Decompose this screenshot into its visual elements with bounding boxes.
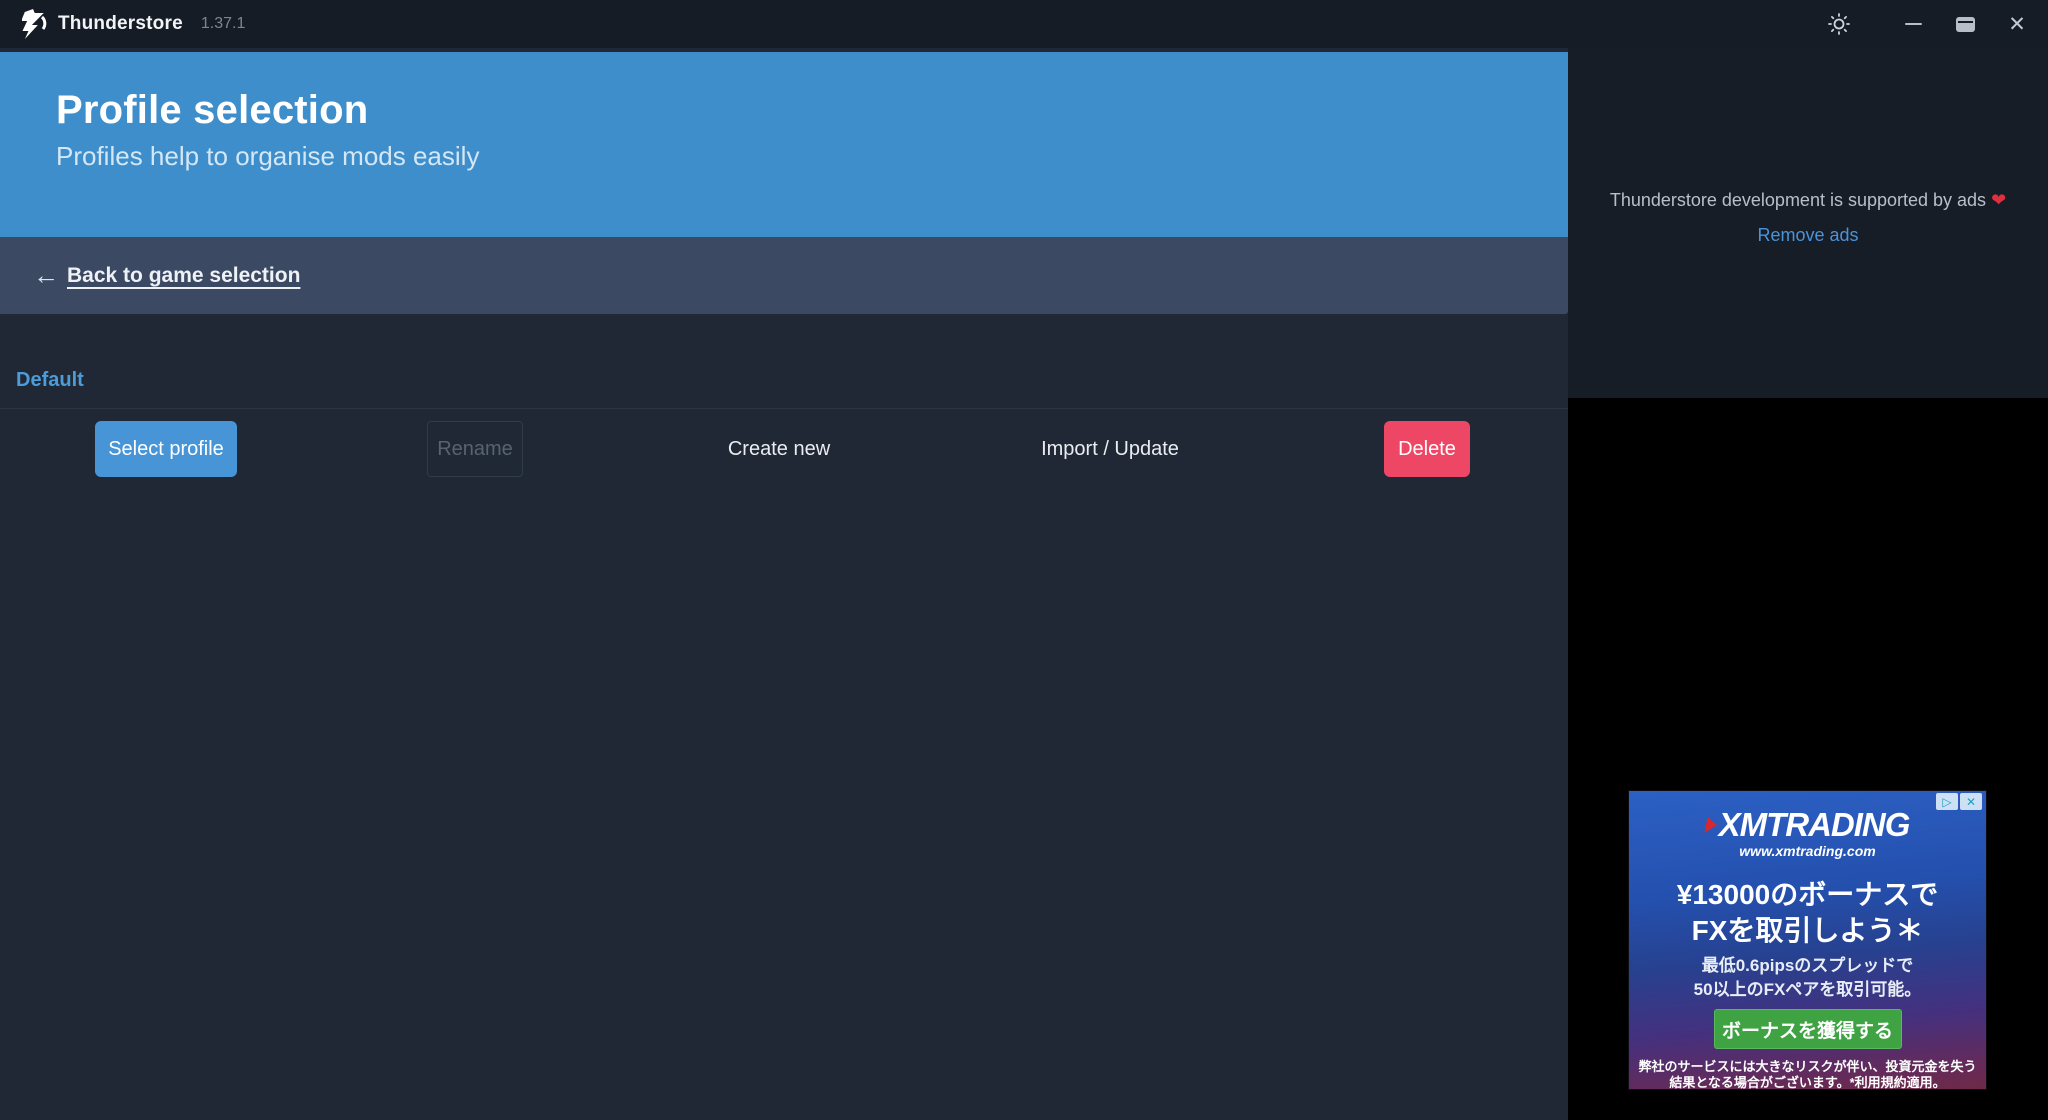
main-panel: Profile selection Profiles help to organ… [0,48,1568,1120]
close-button[interactable]: ✕ [2002,0,2032,48]
ad-brand-row: XMTRADING [1629,807,1986,843]
page-title: Profile selection [56,88,1568,133]
remove-ads-link[interactable]: Remove ads [1757,225,1858,246]
ads-supported-text: Thunderstore development is supported by… [1610,190,2006,211]
rename-button: Rename [427,421,523,477]
ad-url: www.xmtrading.com [1629,843,1986,859]
app-version: 1.37.1 [201,15,245,33]
import-update-button[interactable]: Import / Update [1030,421,1190,477]
ad-disclaimer: 弊社のサービスには大きなリスクが伴い、投資元金を失う 結果となる場合がございます… [1629,1059,1986,1090]
maximize-icon [1956,17,1975,32]
create-new-button[interactable]: Create new [714,421,844,477]
page-subtitle: Profiles help to organise mods easily [56,141,1568,172]
advertisement-banner[interactable]: ▷ ✕ XMTRADING www.xmtrading.com ¥13000のボ… [1628,790,1987,1090]
ad-subtext-2: 50以上のFXペアを取引可能。 [1629,975,1986,999]
sun-icon [1828,13,1850,35]
thunderstore-logo-icon [22,9,48,39]
ad-cta-button[interactable]: ボーナスを獲得する [1714,1009,1902,1049]
titlebar: Thunderstore 1.37.1 [0,0,2048,48]
heart-icon: ❤ [1991,190,2006,210]
profile-name-label: Default [16,369,1568,392]
ads-notice-panel: Thunderstore development is supported by… [1568,48,2048,398]
theme-toggle-button[interactable] [1824,0,1854,48]
profile-actions-row: Select profile Rename Create new Import … [0,421,1568,479]
ad-disclaimer-line1: 弊社のサービスには大きなリスクが伴い、投資元金を失う [1629,1059,1986,1075]
app-title: Thunderstore [58,13,183,35]
delete-button[interactable]: Delete [1384,421,1470,477]
adchoices-icon[interactable]: ▷ [1936,793,1958,810]
app-window: Thunderstore 1.37.1 [0,0,2048,1120]
maximize-button[interactable] [1950,0,1980,48]
ad-brand-name: XMTRADING [1719,806,1910,844]
minimize-button[interactable] [1898,0,1928,48]
select-profile-button[interactable]: Select profile [95,421,237,477]
ad-controls: ▷ ✕ [1936,793,1982,810]
ad-headline-1: ¥13000のボーナスで [1629,873,1986,907]
ad-brand-arrow-icon [1704,817,1718,833]
back-to-game-selection-link[interactable]: Back to game selection [67,264,300,288]
ads-sidebar: Thunderstore development is supported by… [1568,48,2048,1120]
close-icon: ✕ [2008,14,2026,35]
titlebar-brand: Thunderstore 1.37.1 [0,9,245,39]
content-area: Profile selection Profiles help to organ… [0,48,2048,1120]
window-controls: ✕ [1802,0,2048,48]
minimize-icon [1905,23,1922,25]
page-header: Profile selection Profiles help to organ… [0,52,1568,237]
divider [0,408,1568,409]
ad-disclaimer-line2: 結果となる場合がございます。*利用規約適用。 [1629,1075,1986,1090]
ads-supported-label: Thunderstore development is supported by… [1610,190,1986,210]
ad-headline-2: FXを取引しよう＊ [1629,909,1986,943]
back-arrow-icon: ← [33,260,67,291]
ad-subtext-1: 最低0.6pipsのスプレッドで [1629,951,1986,975]
back-navigation-bar[interactable]: ← Back to game selection [0,237,1568,314]
ad-close-icon[interactable]: ✕ [1960,793,1982,810]
